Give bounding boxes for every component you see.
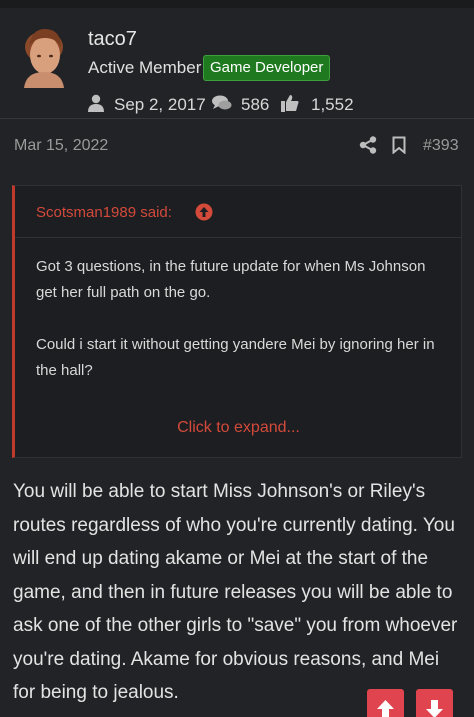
post-number[interactable]: #393 bbox=[423, 137, 459, 155]
joined-date: Sep 2, 2017 bbox=[114, 95, 206, 114]
quote-header: Scotsman1989 said: bbox=[15, 186, 462, 238]
quote-paragraph: Could i start it without getting yandere… bbox=[36, 336, 435, 379]
share-icon[interactable] bbox=[359, 136, 377, 159]
divider bbox=[0, 118, 474, 119]
quote-paragraph: Got 3 questions, in the future update fo… bbox=[36, 258, 426, 301]
user-icon bbox=[88, 94, 104, 117]
post-body: You will be able to start Miss Johnson's… bbox=[13, 481, 458, 703]
upvote-button[interactable] bbox=[367, 689, 404, 717]
quote-author[interactable]: Scotsman1989 said: bbox=[36, 204, 172, 221]
post-date[interactable]: Mar 15, 2022 bbox=[14, 137, 108, 155]
expand-link[interactable]: Click to expand... bbox=[15, 419, 462, 437]
bookmark-icon[interactable] bbox=[392, 136, 406, 159]
avatar-image bbox=[16, 20, 72, 88]
arrow-up-circle-icon[interactable] bbox=[195, 203, 213, 226]
top-edge bbox=[0, 0, 474, 8]
avatar[interactable] bbox=[16, 20, 72, 88]
user-info: taco7 Active Member Game Developer Sep 2… bbox=[0, 8, 474, 118]
thumbs-up-icon bbox=[281, 94, 299, 117]
quote-block: Scotsman1989 said: Got 3 questions, in t… bbox=[12, 185, 462, 458]
downvote-button[interactable] bbox=[416, 689, 453, 717]
username[interactable]: taco7 bbox=[88, 28, 137, 51]
user-badge: Game Developer bbox=[203, 55, 331, 81]
post-meta: Mar 15, 2022 #393 bbox=[0, 128, 474, 162]
message-count: 586 bbox=[241, 95, 270, 114]
quote-content: Got 3 questions, in the future update fo… bbox=[36, 254, 436, 410]
user-title: Active Member bbox=[88, 58, 202, 77]
comments-icon bbox=[212, 94, 232, 117]
reaction-count: 1,552 bbox=[311, 95, 354, 114]
